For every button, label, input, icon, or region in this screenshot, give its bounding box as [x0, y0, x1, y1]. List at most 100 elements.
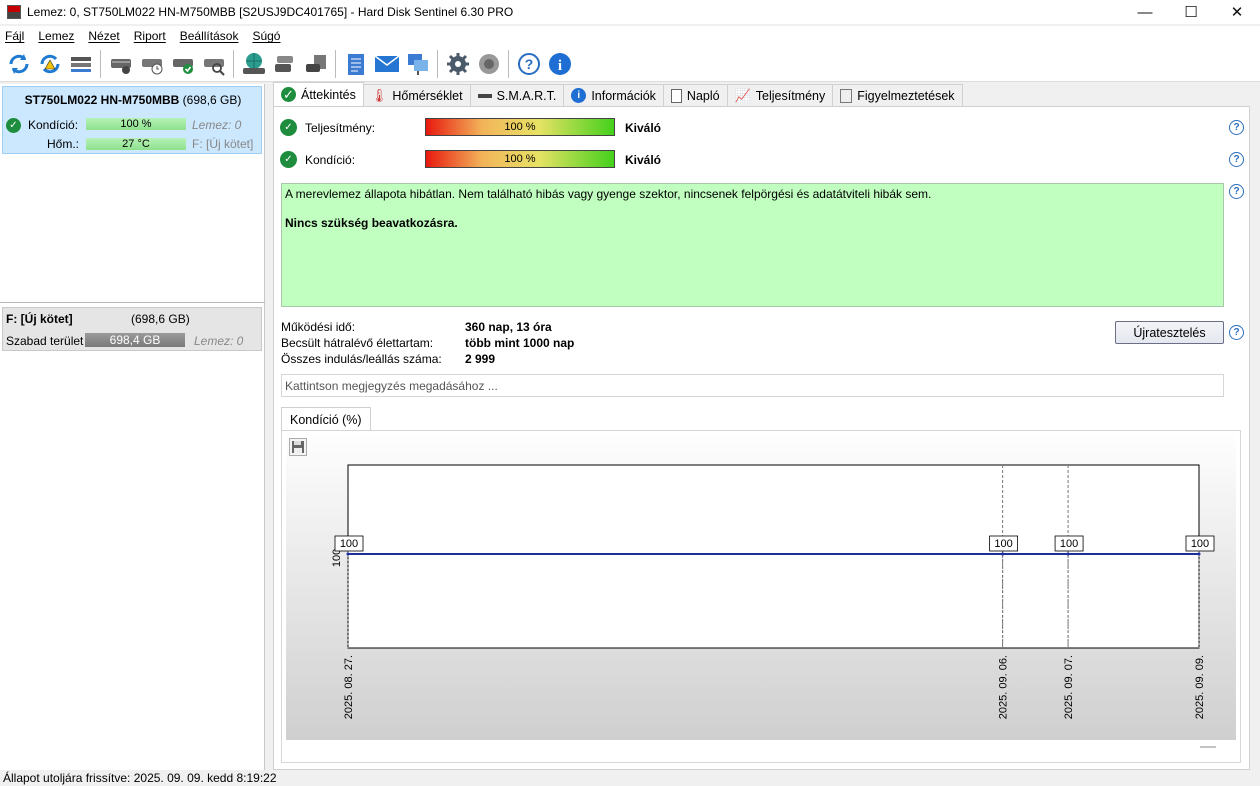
toolbar-separator	[335, 49, 336, 78]
volume-size: (698,6 GB)	[131, 312, 190, 326]
free-space-bar: 698,4 GB	[85, 333, 185, 347]
data-label: 100	[340, 538, 358, 550]
x-tick-label: 2025. 09. 07.	[1063, 655, 1075, 719]
tab-label: Áttekintés	[301, 87, 356, 102]
svg-text:i: i	[557, 58, 561, 74]
data-point	[1197, 552, 1201, 556]
info-icon: i	[571, 88, 587, 103]
condition-rating: Kiváló	[625, 153, 662, 167]
tab-label: Hőmérséklet	[392, 88, 463, 103]
menu-help[interactable]: Súgó	[247, 29, 289, 43]
log-icon	[670, 88, 682, 103]
help-icon[interactable]: ?	[1229, 184, 1244, 199]
tab-label: Figyelmeztetések	[857, 88, 955, 103]
y-tick-label: 100	[331, 549, 343, 567]
help-icon[interactable]: ?	[1229, 325, 1244, 340]
speaker-icon[interactable]	[475, 50, 502, 77]
volume-disk: Lemez: 0	[194, 334, 244, 348]
temp-bar: 27 °C	[86, 138, 186, 150]
note-input[interactable]: Kattintson megjegyzés megadásához ...	[281, 374, 1224, 397]
overview-panel: ✓ Teljesítmény: 100 % Kiváló ? ✓ Kondíci…	[273, 106, 1250, 770]
uptime-value: 360 nap, 13 óra	[465, 320, 552, 334]
menu-view[interactable]: Nézet	[83, 29, 128, 43]
lifetime-label: Becsült hátralévő élettartam:	[281, 336, 434, 350]
settings-gear-icon[interactable]	[444, 50, 471, 77]
refresh-icon[interactable]	[5, 50, 32, 77]
volume-card[interactable]: F: [Új kötet] (698,6 GB) Szabad terület …	[2, 307, 262, 351]
network-icon[interactable]	[404, 50, 431, 77]
data-label: 100	[994, 538, 1012, 550]
starts-label: Összes indulás/leállás száma:	[281, 352, 442, 366]
volume-name: F: [Új kötet]	[6, 312, 73, 326]
disk-card[interactable]: ST750LM022 HN-M750MBB (698,6 GB) ✓ Kondí…	[2, 86, 262, 154]
data-point	[346, 552, 350, 556]
condition-gauge: 100 %	[425, 150, 615, 168]
maximize-button[interactable]: ☐	[1168, 0, 1214, 24]
condition-disk: Lemez: 0	[192, 118, 242, 132]
performance-rating: Kiváló	[625, 121, 662, 135]
data-point	[1001, 552, 1005, 556]
disk-ok-icon[interactable]	[169, 50, 196, 77]
data-label: 100	[1191, 538, 1209, 550]
status-advice: Nincs szükség beavatkozásra.	[285, 216, 458, 230]
disk-title: ST750LM022 HN-M750MBB (698,6 GB)	[3, 93, 263, 107]
disk-copy-icon[interactable]	[271, 50, 298, 77]
condition-label: Kondíció:	[305, 153, 356, 167]
notepad-icon[interactable]	[342, 50, 369, 77]
condition-chart-area: 100 2025. 08. 27. 2025. 09. 06. 2025. 09. 0…	[281, 430, 1241, 763]
details-pane: ✓ Áttekintés 🌡 Hőmérséklet S.M.A.R.T. i Inf…	[273, 82, 1260, 770]
disk-schedule-icon[interactable]	[138, 50, 165, 77]
tab-label: Napló	[686, 88, 720, 103]
tab-alerts[interactable]: Figyelmeztetések	[832, 84, 963, 106]
minimize-button[interactable]: —	[1122, 0, 1168, 24]
toolbar-separator	[437, 49, 438, 78]
toolbar-separator	[100, 49, 101, 78]
menu-settings[interactable]: Beállítások	[175, 29, 248, 43]
info-icon[interactable]: i	[546, 50, 573, 77]
menu-report[interactable]: Riport	[129, 29, 175, 43]
condition-label: Kondíció:	[28, 118, 79, 132]
help-icon[interactable]: ?	[1229, 120, 1244, 135]
window-title: Lemez: 0, ST750LM022 HN-M750MBB [S2USJ9D…	[27, 5, 514, 19]
toolbar-separator	[508, 49, 509, 78]
menu-file[interactable]: Fájl	[0, 29, 33, 43]
tab-log[interactable]: Napló	[662, 84, 728, 106]
help-icon[interactable]: ?	[515, 50, 542, 77]
mail-icon[interactable]	[373, 50, 400, 77]
disk-size: (698,6 GB)	[182, 93, 242, 107]
help-icon[interactable]: ?	[1229, 152, 1244, 167]
tab-bar: ✓ Áttekintés 🌡 Hőmérséklet S.M.A.R.T. i Inf…	[273, 82, 963, 106]
toolbar-separator	[233, 49, 234, 78]
tab-label: Teljesítmény	[755, 88, 826, 103]
alerts-icon	[840, 88, 853, 103]
menu-bar: Fájl Lemez Nézet Riport Beállítások Súgó	[0, 26, 1260, 46]
check-icon: ✓	[281, 87, 296, 102]
globe-disk-icon[interactable]	[240, 50, 267, 77]
uptime-label: Működési idő:	[281, 320, 356, 334]
tab-condition-chart[interactable]: Kondíció (%)	[281, 407, 371, 431]
title-bar: Lemez: 0, ST750LM022 HN-M750MBB [S2USJ9D…	[0, 0, 1260, 24]
smart-icon	[477, 93, 492, 98]
data-point	[1066, 552, 1070, 556]
temp-volume: F: [Új kötet]	[192, 137, 254, 151]
pane-divider[interactable]	[0, 302, 265, 303]
x-tick-label: 2025. 08. 27.	[343, 655, 355, 719]
tab-overview[interactable]: ✓ Áttekintés	[273, 82, 364, 106]
disk-backup-icon[interactable]	[302, 50, 329, 77]
status-message-box: A merevlemez állapota hibátlan. Nem talá…	[281, 183, 1224, 307]
menu-disk[interactable]: Lemez	[33, 29, 83, 43]
disk-list-icon[interactable]	[67, 50, 94, 77]
refresh-warning-icon[interactable]	[36, 50, 63, 77]
close-button[interactable]: ✕	[1214, 0, 1260, 24]
starts-value: 2 999	[465, 352, 496, 366]
disk-info-icon[interactable]	[107, 50, 134, 77]
disk-search-icon[interactable]	[200, 50, 227, 77]
check-icon: ✓	[6, 118, 21, 133]
plot-area	[347, 464, 1200, 649]
tab-smart[interactable]: S.M.A.R.T.	[469, 84, 565, 106]
tab-temperature[interactable]: 🌡 Hőmérséklet	[362, 84, 471, 106]
retest-button[interactable]: Újratesztelés	[1115, 321, 1224, 344]
tab-performance[interactable]: 📈 Teljesítmény	[726, 84, 834, 106]
disk-name: ST750LM022 HN-M750MBB	[24, 93, 180, 107]
tab-information[interactable]: i Információk	[563, 84, 664, 106]
